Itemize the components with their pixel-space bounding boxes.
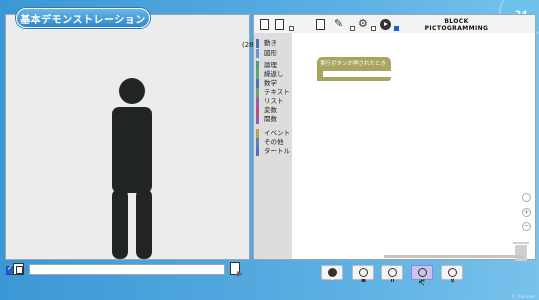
turtle-checkbox[interactable]	[371, 26, 376, 31]
figure-head	[119, 78, 145, 104]
editor-title-line2: PICTOGRAMMING	[424, 25, 489, 32]
pause-icon	[388, 268, 397, 282]
category-events[interactable]: イベント	[255, 129, 290, 138]
open-file-icon[interactable]	[275, 19, 284, 30]
category-variables[interactable]: 変数	[255, 106, 277, 115]
step-icon	[418, 268, 427, 282]
category-math[interactable]: 数学	[255, 79, 277, 88]
category-shapes[interactable]: 図形	[255, 49, 277, 58]
category-loops[interactable]: 繰返し	[255, 70, 284, 79]
coordinate-readout: (28	[242, 41, 254, 49]
editor-title-line1: BLOCK	[444, 18, 469, 25]
category-list: 動き 図形 論理 繰返し 数学 テキスト リスト 変数 関数 イベント その他 …	[254, 33, 292, 259]
step-back-button[interactable]	[352, 265, 374, 282]
stage-canvas: (28	[5, 14, 254, 260]
book-icon[interactable]	[13, 263, 24, 275]
message-field[interactable]	[29, 264, 225, 275]
category-text[interactable]: テキスト	[255, 88, 290, 97]
category-lists[interactable]: リスト	[255, 97, 284, 106]
pause-button[interactable]	[381, 265, 403, 282]
figure-left-leg	[112, 189, 128, 259]
horizontal-scrollbar[interactable]	[384, 255, 524, 258]
block-workspace[interactable]: 実行ボタンが押されたとき + −	[292, 33, 535, 261]
autorun-checkbox[interactable]	[394, 26, 399, 31]
zoom-out-icon[interactable]: −	[522, 222, 531, 231]
close-icon	[448, 268, 457, 283]
editor-toolbar: ✎ ⚙ BLOCK PICTOGRAMMING	[254, 15, 535, 33]
zoom-in-icon[interactable]: +	[522, 208, 531, 217]
export-icon[interactable]	[230, 262, 240, 275]
category-other[interactable]: その他	[255, 138, 284, 147]
trash-icon[interactable]	[513, 242, 529, 261]
grid-checkbox[interactable]	[350, 26, 355, 31]
category-turtle[interactable]: タートル	[255, 147, 290, 156]
zoom-reset-icon[interactable]	[522, 193, 531, 202]
save-file-icon[interactable]	[316, 19, 325, 30]
pictogram-figure	[112, 78, 152, 259]
ruler-icon[interactable]: ✎	[334, 18, 343, 30]
category-motion[interactable]: 動き	[255, 39, 277, 48]
new-file-icon[interactable]	[260, 19, 269, 30]
stop-button[interactable]	[441, 265, 463, 283]
mouse-cursor-icon: ↖	[418, 279, 426, 289]
play-button[interactable]	[321, 265, 343, 281]
figure-right-leg	[136, 189, 152, 259]
block-editor: ✎ ⚙ BLOCK PICTOGRAMMING 動き 図形 論理 繰返し 数学 …	[253, 14, 536, 261]
category-logic[interactable]: 論理	[255, 61, 277, 70]
bike-icon[interactable]: ⚙	[358, 18, 368, 30]
category-functions[interactable]: 関数	[255, 115, 277, 124]
step-forward-button[interactable]	[411, 265, 433, 282]
play-icon	[328, 268, 337, 281]
editor-title: BLOCK PICTOGRAMMING	[424, 18, 489, 32]
when-run-clicked-block[interactable]: 実行ボタンが押されたとき	[317, 57, 391, 71]
page-title: 基本デモンストレーション	[16, 8, 150, 28]
footer-note: © ©nCoder	[511, 294, 535, 299]
rewind-icon	[359, 268, 368, 282]
option-checkbox[interactable]	[289, 26, 294, 31]
run-icon[interactable]	[380, 19, 391, 30]
